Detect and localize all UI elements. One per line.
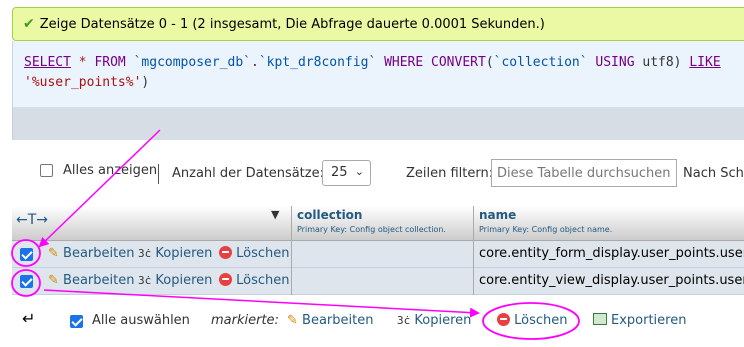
column-header-name[interactable]: name Primary Key: Config object name. <box>473 206 744 241</box>
edit-row-button[interactable]: ✎ Bearbeiten <box>48 273 134 288</box>
sql-dot: . <box>251 55 259 70</box>
sql-paren-close: ) <box>141 75 150 90</box>
show-all-checkbox[interactable] <box>40 164 53 177</box>
name-cell[interactable]: core.entity_form_display.user_points.use… <box>473 241 744 268</box>
column-name[interactable]: name <box>479 208 744 222</box>
delete-icon <box>219 273 232 286</box>
sql-from-keyword: FROM <box>94 55 126 70</box>
pencil-icon: ✎ <box>287 313 298 328</box>
success-text: Zeige Datensätze 0 - 1 (2 insgesamt, Die… <box>39 16 545 32</box>
query-options-band <box>12 107 744 140</box>
row-actions: ✎ Bearbeiten 3ċ Kopieren Löschen <box>12 268 291 295</box>
pencil-icon: ✎ <box>48 246 59 261</box>
bulk-actions-row: ↵ Alle auswählen markierte: ✎ Bearbeiten… <box>0 303 744 339</box>
sql-line-2: '%user_points%') <box>24 73 744 93</box>
row-checkbox[interactable] <box>20 248 33 261</box>
column-comment: Primary Key: Config object collection. <box>297 225 446 234</box>
check-icon: ✔ <box>23 16 35 32</box>
filter-placeholder: Diese Tabelle durchsuchen <box>497 166 671 181</box>
delete-icon <box>219 246 232 259</box>
delete-row-button[interactable]: Löschen <box>219 273 290 288</box>
with-selected-label: markierte: <box>211 313 279 328</box>
pencil-icon: ✎ <box>48 273 59 288</box>
copy-icon: 3ċ <box>397 314 411 327</box>
copy-icon: 3ċ <box>138 247 152 260</box>
column-name[interactable]: collection <box>297 208 473 222</box>
sql-query-box: SELECT * FROM `mgcomposer_db`.`kpt_dr8co… <box>12 41 744 107</box>
bulk-export-button[interactable]: Exportieren <box>593 313 686 328</box>
row-count-select[interactable]: 25 ⌄ <box>322 160 371 186</box>
sql-like-keyword[interactable]: LIKE <box>689 55 720 70</box>
sql-pattern: '%user_points%' <box>24 75 142 90</box>
chevron-down-icon: ⌄ <box>354 165 364 178</box>
copy-row-button[interactable]: 3ċ Kopieren <box>138 246 212 261</box>
select-all-label[interactable]: Alle auswählen <box>92 313 190 328</box>
sql-convert: CONVERT(`collection` <box>431 55 588 70</box>
filter-input[interactable]: Diese Tabelle durchsuchen <box>491 159 677 187</box>
sql-where-keyword: WHERE <box>384 55 424 70</box>
show-all-label: Alles anzeigen <box>63 163 158 178</box>
success-message: ✔ Zeige Datensätze 0 - 1 (2 insgesamt, D… <box>12 7 744 41</box>
column-comment: Primary Key: Config object name. <box>479 225 613 234</box>
bulk-delete-button[interactable]: Löschen <box>497 313 568 328</box>
row-actions: ✎ Bearbeiten 3ċ Kopieren Löschen <box>12 241 291 268</box>
select-all-checkbox[interactable] <box>70 315 83 328</box>
collection-cell[interactable] <box>291 268 473 295</box>
row-count-label: Anzahl der Datensätze: <box>172 166 324 181</box>
sql-table-name: `kpt_dr8config` <box>258 55 377 70</box>
delete-icon <box>497 313 510 326</box>
row-checkbox[interactable] <box>20 275 33 288</box>
sort-header-cell: ←T→ ▼ <box>12 206 291 241</box>
sort-by-key-label: Nach Schl <box>683 166 744 181</box>
table-row: ✎ Bearbeiten 3ċ Kopieren Löschen core.en… <box>12 241 744 268</box>
sql-select-keyword[interactable]: SELECT <box>24 55 71 70</box>
nav-separator <box>158 164 159 184</box>
column-header-collection[interactable]: collection Primary Key: Config object co… <box>291 206 473 241</box>
collection-cell[interactable] <box>291 241 473 268</box>
edit-row-button[interactable]: ✎ Bearbeiten <box>48 246 134 261</box>
sql-db-name: `mgcomposer_db` <box>133 55 251 70</box>
copy-row-button[interactable]: 3ċ Kopieren <box>138 273 212 288</box>
navigation-row: Alles anzeigen Anzahl der Datensätze: 25… <box>0 152 744 192</box>
copy-icon: 3ċ <box>138 274 152 287</box>
sql-using-keyword: USING <box>595 55 635 70</box>
bulk-copy-button[interactable]: 3ċ Kopieren <box>397 313 471 328</box>
sort-indicator-icon[interactable]: ▼ <box>271 208 279 221</box>
name-cell[interactable]: core.entity_view_display.user_points.use… <box>473 268 744 295</box>
sql-charset: utf8) <box>642 55 682 70</box>
sql-star: * <box>78 55 87 70</box>
table-row: ✎ Bearbeiten 3ċ Kopieren Löschen core.en… <box>12 268 744 295</box>
arrow-left-top-icon: ↵ <box>22 309 36 328</box>
table-header: ←T→ ▼ collection Primary Key: Config obj… <box>12 206 744 241</box>
export-icon <box>593 313 607 325</box>
filter-label: Zeilen filtern: <box>406 166 494 181</box>
delete-row-button[interactable]: Löschen <box>219 246 290 261</box>
column-expand-icon[interactable]: ←T→ <box>16 212 48 228</box>
bulk-edit-button[interactable]: ✎ Bearbeiten <box>287 313 373 328</box>
row-count-value: 25 <box>331 165 348 180</box>
sql-line-1: SELECT * FROM `mgcomposer_db`.`kpt_dr8co… <box>24 53 744 73</box>
